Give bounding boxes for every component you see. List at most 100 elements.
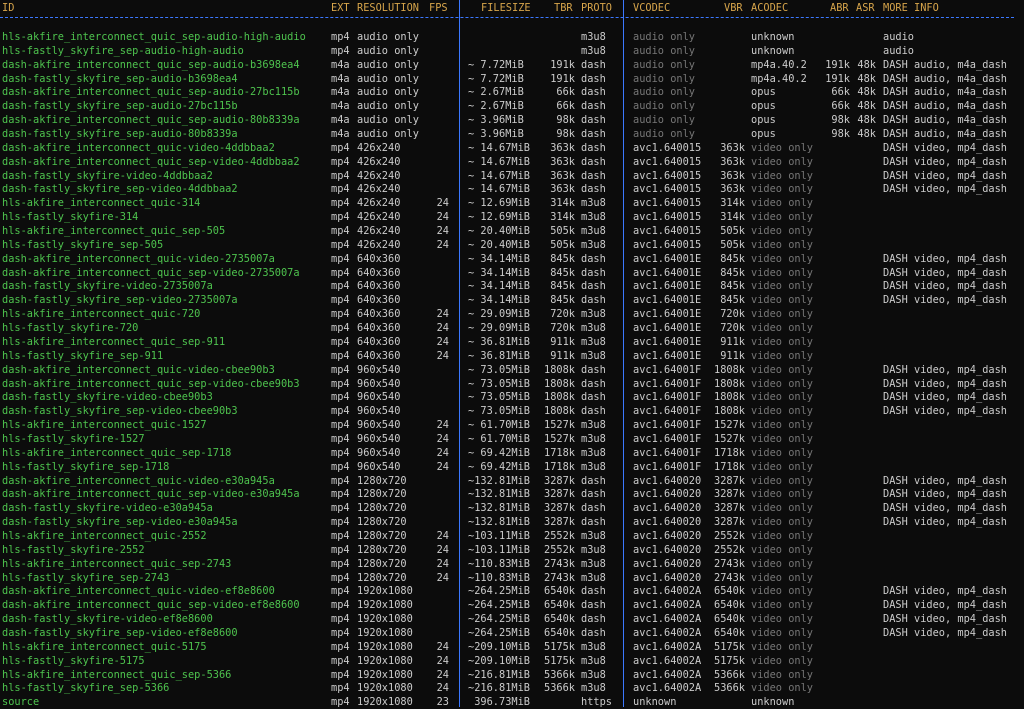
cell-resolution: 960x540 bbox=[357, 363, 401, 376]
cell-vcodec: avc1.640020 bbox=[633, 571, 702, 584]
cell-asr: 48k bbox=[857, 100, 876, 113]
cell-tbr: 720k bbox=[550, 308, 575, 321]
cell-fps: 24 bbox=[436, 640, 449, 653]
cell-proto: m3u8 bbox=[581, 640, 606, 653]
cell-id: hls-akfire_interconnect_quic_sep-1718 bbox=[2, 446, 232, 459]
cell-vbr: 911k bbox=[720, 349, 745, 362]
cell-filesize: ~ 14.67MiB bbox=[468, 169, 530, 182]
cell-proto: dash bbox=[581, 613, 606, 626]
cell-id: dash-fastly_skyfire-video-e30a945a bbox=[2, 502, 213, 515]
cell-vcodec: avc1.64001F bbox=[633, 419, 702, 432]
table-header: ID EXT RESOLUTION FPS FILESIZE TBR PROTO… bbox=[0, 1, 1024, 15]
cell-acodec: mp4a.40.2 bbox=[751, 72, 807, 85]
cell-vbr: 5366k bbox=[714, 668, 745, 681]
cell-acodec: video only bbox=[751, 266, 813, 279]
cell-fps: 24 bbox=[436, 349, 449, 362]
terminal-window[interactable]: ID EXT RESOLUTION FPS FILESIZE TBR PROTO… bbox=[0, 0, 1024, 708]
table-row: dash-fastly_skyfire-video-4ddbbaa2 mp4 426… bbox=[0, 169, 1024, 183]
cell-id: hls-akfire_interconnect_quic_sep-audio-h… bbox=[2, 31, 306, 43]
cell-filesize: ~ 20.40MiB bbox=[468, 225, 530, 238]
table-row: hls-akfire_interconnect_quic_sep-2743 mp4… bbox=[0, 557, 1024, 571]
cell-filesize: ~ 36.81MiB bbox=[468, 349, 530, 362]
cell-ext: mp4 bbox=[331, 613, 350, 626]
cell-filesize: ~ 73.05MiB bbox=[468, 363, 530, 376]
header-acodec: ACODEC bbox=[751, 2, 789, 14]
cell-id: dash-fastly_skyfire_sep-video-2735007a bbox=[2, 294, 238, 307]
cell-ext: m4a bbox=[331, 72, 350, 85]
cell-acodec: video only bbox=[751, 599, 813, 612]
cell-filesize: ~264.25MiB bbox=[468, 626, 530, 639]
header-id: ID bbox=[2, 2, 15, 14]
cell-filesize: ~ 29.09MiB bbox=[468, 308, 530, 321]
cell-id: hls-akfire_interconnect_quic_sep-505 bbox=[2, 225, 226, 238]
cell-tbr: 911k bbox=[550, 349, 575, 362]
cell-ext: mp4 bbox=[331, 197, 350, 210]
cell-resolution: 1280x720 bbox=[357, 488, 407, 501]
cell-acodec: video only bbox=[751, 488, 813, 501]
cell-filesize: ~ 20.40MiB bbox=[468, 238, 530, 251]
cell-fps: 24 bbox=[436, 571, 449, 584]
header-tbr: TBR bbox=[554, 2, 573, 14]
cell-id: dash-akfire_interconnect_quic-video-2735… bbox=[2, 252, 275, 265]
cell-ext: mp4 bbox=[331, 571, 350, 584]
cell-resolution: audio only bbox=[357, 72, 419, 85]
cell-ext: mp4 bbox=[331, 280, 350, 293]
cell-proto: m3u8 bbox=[581, 460, 606, 473]
table-row: dash-akfire_interconnect_quic_sep-video-… bbox=[0, 266, 1024, 280]
cell-acodec: video only bbox=[751, 446, 813, 459]
cell-tbr: 314k bbox=[550, 211, 575, 224]
cell-resolution: 960x540 bbox=[357, 419, 401, 432]
cell-filesize: ~ 69.42MiB bbox=[468, 460, 530, 473]
cell-vcodec: avc1.64002A bbox=[633, 585, 702, 598]
cell-acodec: video only bbox=[751, 322, 813, 335]
cell-vcodec: avc1.64001E bbox=[633, 280, 702, 293]
cell-abr: 191k bbox=[825, 72, 850, 85]
cell-id: dash-akfire_interconnect_quic-video-4ddb… bbox=[2, 141, 275, 154]
cell-more-info: audio bbox=[883, 31, 914, 43]
cell-tbr: 1718k bbox=[544, 446, 575, 459]
cell-resolution: 1920x1080 bbox=[357, 599, 413, 612]
cell-vbr: 3287k bbox=[714, 474, 745, 487]
cell-id: hls-akfire_interconnect_quic_sep-5366 bbox=[2, 668, 232, 681]
cell-filesize: ~110.83MiB bbox=[468, 571, 530, 584]
cell-ext: mp4 bbox=[331, 543, 350, 556]
cell-more-info: DASH video, mp4_dash bbox=[883, 155, 1007, 168]
cell-ext: mp4 bbox=[331, 322, 350, 335]
cell-vcodec: audio only bbox=[633, 86, 695, 99]
cell-tbr: 5366k bbox=[544, 668, 575, 681]
table-row: hls-akfire_interconnect_quic-314 mp4 426x2… bbox=[0, 196, 1024, 210]
cell-id: dash-fastly_skyfire-video-4ddbbaa2 bbox=[2, 169, 213, 182]
cell-proto: m3u8 bbox=[581, 211, 606, 224]
cell-fps: 24 bbox=[436, 460, 449, 473]
table-row: dash-akfire_interconnect_quic_sep-video-… bbox=[0, 487, 1024, 501]
cell-tbr: 3287k bbox=[544, 502, 575, 515]
cell-proto: dash bbox=[581, 58, 606, 71]
cell-proto: dash bbox=[581, 502, 606, 515]
header-vcodec: VCODEC bbox=[633, 2, 671, 14]
cell-more-info: DASH video, mp4_dash bbox=[883, 363, 1007, 376]
cell-vcodec: avc1.64001F bbox=[633, 363, 702, 376]
cell-ext: mp4 bbox=[331, 668, 350, 681]
table-row: hls-akfire_interconnect_quic_sep-911 mp4 6… bbox=[0, 335, 1024, 349]
cell-vcodec: avc1.64002A bbox=[633, 682, 702, 695]
table-row: dash-akfire_interconnect_quic-video-e30a… bbox=[0, 474, 1024, 488]
cell-proto: m3u8 bbox=[581, 557, 606, 570]
table-row: dash-akfire_interconnect_quic-video-ef8e… bbox=[0, 584, 1024, 598]
cell-resolution: 1280x720 bbox=[357, 516, 407, 529]
cell-acodec: video only bbox=[751, 529, 813, 542]
cell-vbr: 1718k bbox=[714, 446, 745, 459]
cell-filesize: ~ 73.05MiB bbox=[468, 405, 530, 418]
cell-proto: dash bbox=[581, 169, 606, 182]
cell-vcodec: audio only bbox=[633, 128, 695, 141]
cell-tbr: 1808k bbox=[544, 405, 575, 418]
cell-id: dash-akfire_interconnect_quic_sep-audio-… bbox=[2, 86, 300, 99]
cell-ext: mp4 bbox=[331, 294, 350, 307]
cell-tbr: 191k bbox=[550, 72, 575, 85]
cell-vcodec: avc1.64001E bbox=[633, 335, 702, 348]
cell-resolution: 640x360 bbox=[357, 308, 401, 321]
cell-id: hls-akfire_interconnect_quic-1527 bbox=[2, 419, 207, 432]
cell-tbr: 98k bbox=[556, 128, 575, 141]
cell-id: hls-akfire_interconnect_quic-314 bbox=[2, 197, 201, 210]
cell-fps: 24 bbox=[436, 211, 449, 224]
cell-tbr: 3287k bbox=[544, 516, 575, 529]
